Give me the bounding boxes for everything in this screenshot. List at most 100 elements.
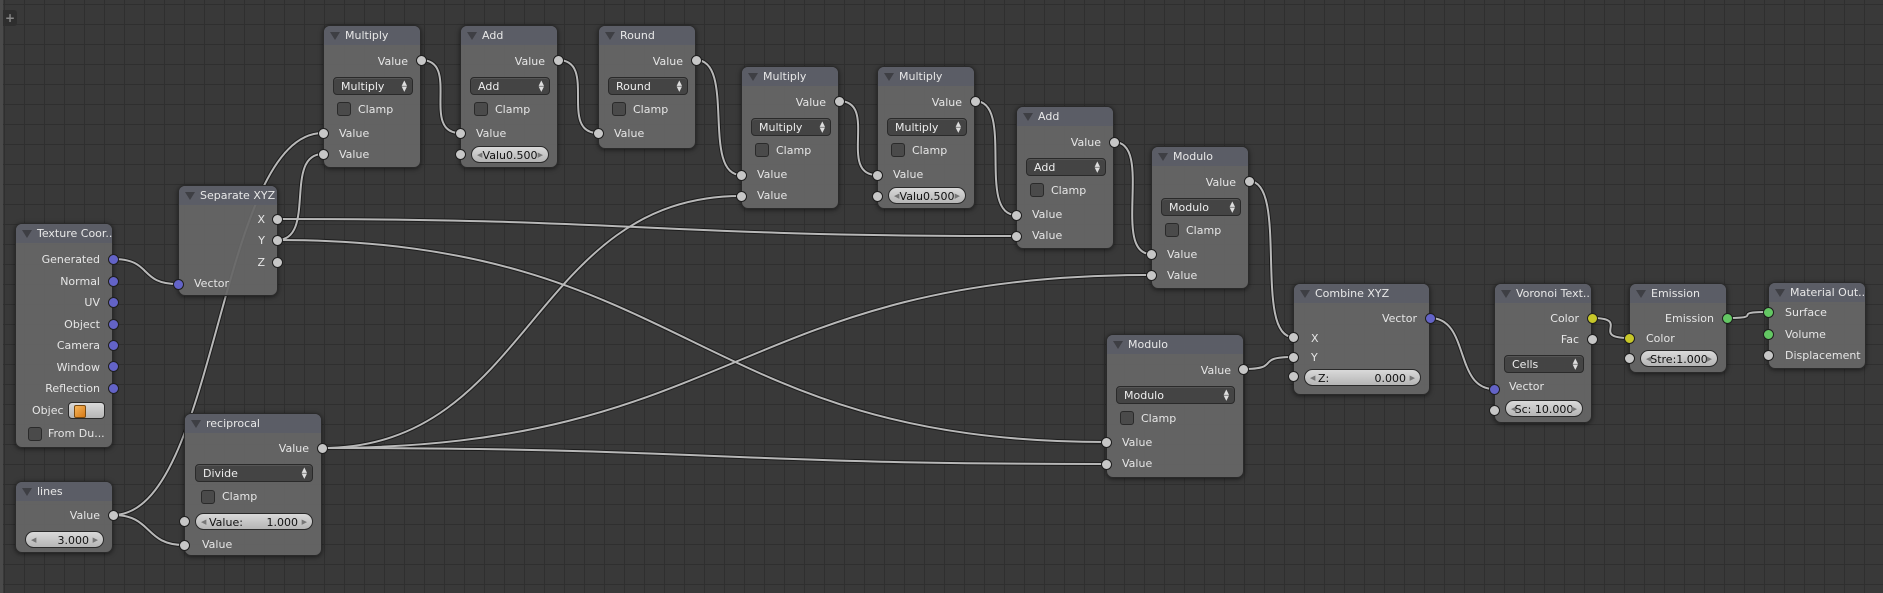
round-node[interactable]: Round Value Round ▲ ▼ Clamp Value	[598, 25, 696, 149]
node-header[interactable]: lines	[16, 482, 112, 501]
operation-select[interactable]: Add ▲ ▼	[470, 77, 550, 95]
socket-a2-in2[interactable]	[1011, 231, 1022, 242]
socket-em-out[interactable]	[1722, 313, 1733, 324]
modulo-node-2[interactable]: Modulo Value Modulo ▲ ▼ Clamp Value Value	[1106, 334, 1244, 478]
socket-tc-cam[interactable]	[108, 340, 119, 351]
socket-mo-vol[interactable]	[1763, 329, 1774, 340]
socket-tc-win[interactable]	[108, 361, 119, 372]
value-field[interactable]: ◀ Valu0.500 ▶	[471, 146, 549, 163]
socket-a2-out[interactable]	[1109, 137, 1120, 148]
socket-m1-out[interactable]	[416, 55, 427, 66]
operation-select[interactable]: Add ▲ ▼	[1026, 158, 1106, 176]
node-header[interactable]: Multiply	[324, 26, 420, 45]
object-field[interactable]	[68, 402, 105, 419]
node-header[interactable]: Material Out...	[1769, 283, 1865, 302]
socket-a1-in1[interactable]	[455, 128, 466, 139]
socket-cb-out[interactable]	[1425, 313, 1436, 324]
socket-em-str[interactable]	[1624, 353, 1635, 364]
socket-em-col[interactable]	[1624, 333, 1635, 344]
node-header[interactable]: Modulo	[1152, 147, 1248, 166]
collapse-triangle-icon[interactable]	[22, 230, 32, 238]
operation-select[interactable]: Multiply ▲ ▼	[751, 118, 831, 136]
node-link[interactable]	[321, 274, 1152, 449]
collapse-triangle-icon[interactable]	[22, 488, 32, 496]
node-link[interactable]	[276, 239, 1107, 443]
collapse-triangle-icon[interactable]	[748, 73, 758, 81]
node-header[interactable]: Texture Coor...	[16, 224, 112, 243]
value-field[interactable]: ◀ Valu0.500 ▶	[888, 187, 966, 204]
node-link[interactable]	[695, 59, 742, 176]
node-header[interactable]: Round	[599, 26, 695, 45]
multiply-node-3[interactable]: Multiply Value Multiply ▲ ▼ Clamp Value ◀ V…	[877, 66, 975, 209]
clamp-checkbox[interactable]	[891, 143, 905, 157]
operation-select[interactable]: Round ▲ ▼	[608, 77, 688, 95]
socket-sx-x[interactable]	[272, 214, 283, 225]
socket-rd-out[interactable]	[691, 55, 702, 66]
socket-m1-in1[interactable]	[318, 128, 329, 139]
socket-tc-nor[interactable]	[108, 276, 119, 287]
socket-md1-out[interactable]	[1244, 176, 1255, 187]
value-field[interactable]: ◀ 3.000 ▶	[25, 531, 104, 548]
collapse-triangle-icon[interactable]	[1300, 290, 1310, 298]
socket-m1-in2[interactable]	[318, 149, 329, 160]
clamp-checkbox[interactable]	[474, 102, 488, 116]
socket-a1-in2[interactable]	[455, 149, 466, 160]
node-link[interactable]	[112, 258, 179, 285]
collapse-triangle-icon[interactable]	[605, 32, 615, 40]
socket-md2-in2[interactable]	[1101, 459, 1112, 470]
modulo-node-1[interactable]: Modulo Value Modulo ▲ ▼ Clamp Value Value	[1151, 146, 1249, 289]
clamp-checkbox[interactable]	[612, 102, 626, 116]
collapse-triangle-icon[interactable]	[1023, 113, 1033, 121]
socket-tc-uv[interactable]	[108, 297, 119, 308]
collapse-triangle-icon[interactable]	[330, 32, 340, 40]
node-link[interactable]	[1429, 317, 1495, 390]
operation-select[interactable]: Divide ▲ ▼	[195, 464, 313, 482]
clamp-checkbox[interactable]	[1120, 411, 1134, 425]
socket-md2-out[interactable]	[1238, 364, 1249, 375]
reciprocal-math-node[interactable]: reciprocal Value Divide ▲ ▼ Clamp ◀ Value: 1…	[184, 413, 322, 556]
socket-ln-out[interactable]	[108, 510, 119, 521]
operation-select[interactable]: Modulo ▲ ▼	[1161, 198, 1241, 216]
socket-cb-x[interactable]	[1288, 332, 1299, 343]
socket-m3-out[interactable]	[970, 96, 981, 107]
node-link[interactable]	[420, 59, 461, 134]
socket-mo-surf[interactable]	[1763, 307, 1774, 318]
operation-select[interactable]: Multiply ▲ ▼	[887, 118, 967, 136]
scale-field[interactable]: ◀ Sc: 10.000 ▶	[1505, 400, 1583, 417]
clamp-checkbox[interactable]	[755, 143, 769, 157]
socket-sx-vec[interactable]	[173, 279, 184, 290]
collapse-triangle-icon[interactable]	[185, 192, 195, 200]
socket-vo-sc[interactable]	[1489, 405, 1500, 416]
socket-tc-gen[interactable]	[108, 254, 119, 265]
node-header[interactable]: Voronoi Text...	[1495, 284, 1591, 303]
z-field[interactable]: ◀ Z: 0.000 ▶	[1304, 369, 1421, 386]
socket-md1-in1[interactable]	[1146, 249, 1157, 260]
socket-sx-y[interactable]	[272, 235, 283, 246]
multiply-node-1[interactable]: Multiply Value Multiply ▲ ▼ Clamp Value Va…	[323, 25, 421, 168]
node-header[interactable]: Combine XYZ	[1294, 284, 1429, 303]
material-output-node[interactable]: Material Out... Surface Volume Displacem…	[1768, 282, 1866, 369]
node-link[interactable]	[974, 100, 1017, 216]
collapse-triangle-icon[interactable]	[884, 73, 894, 81]
socket-m2-in1[interactable]	[736, 170, 747, 181]
socket-a2-in1[interactable]	[1011, 210, 1022, 221]
socket-md2-in1[interactable]	[1101, 437, 1112, 448]
node-header[interactable]: Modulo	[1107, 335, 1243, 354]
collapse-triangle-icon[interactable]	[1775, 289, 1785, 297]
texture-coordinate-node[interactable]: Texture Coor... Generated Normal UV Obje…	[15, 223, 113, 448]
value-field[interactable]: ◀ Value: 1.000 ▶	[195, 513, 313, 530]
node-header[interactable]: Multiply	[742, 67, 838, 86]
socket-m3-in2[interactable]	[872, 191, 883, 202]
collapse-triangle-icon[interactable]	[1501, 290, 1511, 298]
from-dupli-checkbox[interactable]	[28, 427, 42, 441]
operation-select[interactable]: Modulo ▲ ▼	[1116, 386, 1235, 404]
clamp-checkbox[interactable]	[337, 102, 351, 116]
emission-node[interactable]: Emission Emission Color ◀ Stre:1.000 ▶	[1629, 283, 1727, 373]
node-link[interactable]	[112, 514, 185, 546]
multiply-node-2[interactable]: Multiply Value Multiply ▲ ▼ Clamp Value Va…	[741, 66, 839, 209]
node-header[interactable]: Emission	[1630, 284, 1726, 303]
node-link[interactable]	[276, 153, 324, 241]
socket-vo-vec[interactable]	[1489, 384, 1500, 395]
collapse-triangle-icon[interactable]	[1113, 341, 1123, 349]
socket-m2-out[interactable]	[834, 96, 845, 107]
